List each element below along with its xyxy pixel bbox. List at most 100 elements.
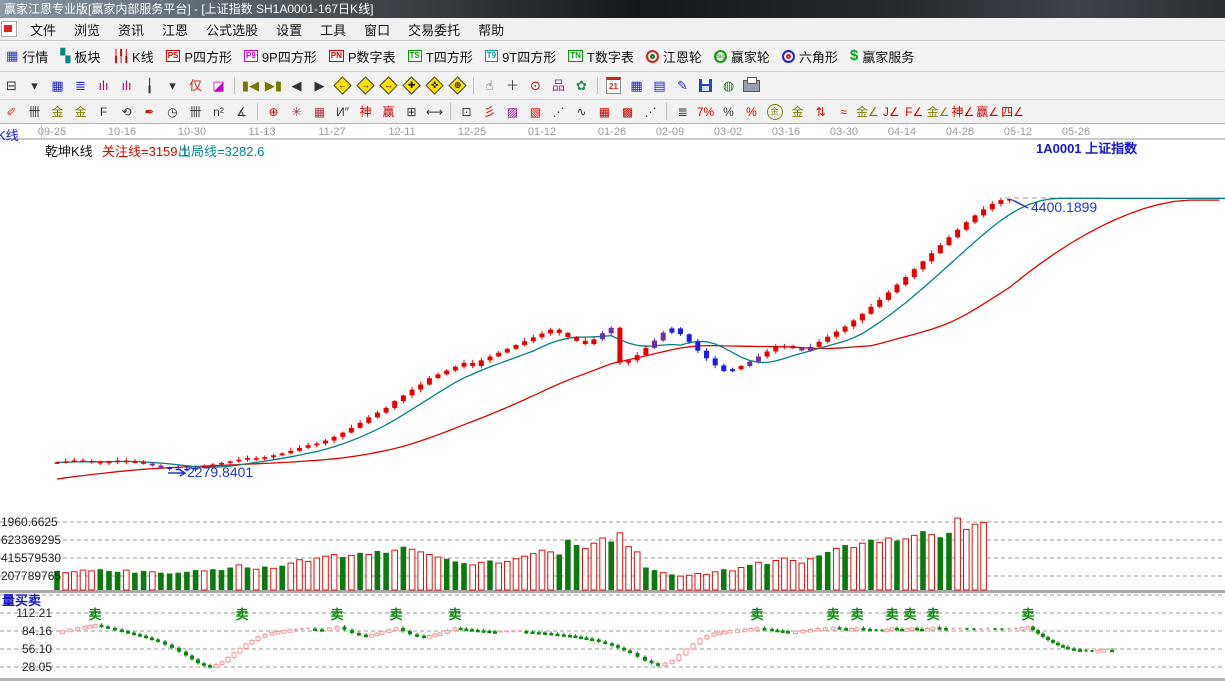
zigzag-icon[interactable]: ∿ xyxy=(571,103,592,120)
toolbar-button-winner-service[interactable]: $赢家服务 xyxy=(846,46,918,67)
toolbar-button-hexagon[interactable]: 六角形 xyxy=(778,46,842,67)
menu-item-0[interactable]: 文件 xyxy=(21,23,65,38)
trend-rays-icon[interactable]: ⋰ xyxy=(548,103,569,120)
si-slash-icon[interactable]: 四∠ xyxy=(1001,103,1024,120)
note-edit-icon[interactable]: ✎ xyxy=(672,76,693,96)
gold2-slash-icon[interactable]: 金∠ xyxy=(927,103,950,120)
gold-circle-icon[interactable]: 金 xyxy=(764,103,785,120)
dropdown-arrow-icon[interactable]: ▾ xyxy=(24,76,45,96)
ying-slash-icon[interactable]: 赢∠ xyxy=(976,103,999,120)
toolbar-button-sector-blocks[interactable]: ▚板块 xyxy=(56,46,104,67)
menu-item-3[interactable]: 江恩 xyxy=(153,23,197,38)
layout-select-icon[interactable]: ⊟ xyxy=(1,76,22,96)
percent-icon[interactable]: % xyxy=(718,103,739,120)
hand-pan-icon[interactable]: ☝ xyxy=(479,76,500,96)
shen-tool-icon[interactable]: 神 xyxy=(355,103,376,120)
f-slash-icon[interactable]: F∠ xyxy=(904,103,925,120)
toolbar-button-gann-wheel[interactable]: 江恩轮 xyxy=(642,46,706,67)
red-grid-icon[interactable]: ▦ xyxy=(594,103,615,120)
spiral-icon[interactable]: ⟲ xyxy=(116,103,137,120)
price-mark-icon[interactable]: ⇅ xyxy=(810,103,831,120)
last-page-icon[interactable]: ▶▮ xyxy=(263,76,284,96)
next-page-icon[interactable]: ▶ xyxy=(309,76,330,96)
quote-list-icon[interactable]: ≣ xyxy=(70,76,91,96)
compress-view-icon[interactable]: ✚ xyxy=(401,76,422,96)
gold-level-icon[interactable]: 金 xyxy=(787,103,808,120)
print-icon[interactable] xyxy=(741,76,762,96)
target-icon[interactable]: ⊕ xyxy=(263,103,284,120)
menu-item-7[interactable]: 窗口 xyxy=(355,23,399,38)
fan-rays-icon[interactable]: 彡 xyxy=(479,103,500,120)
menu-item-6[interactable]: 工具 xyxy=(311,23,355,38)
candle-select-icon[interactable]: ╽ xyxy=(139,76,160,96)
toolbar-button-t9-square[interactable]: T99T四方形 xyxy=(481,46,561,67)
gold-grid2-icon[interactable]: 金 xyxy=(70,103,91,120)
indicator-list-icon[interactable]: ≣ xyxy=(672,103,693,120)
f-grid-icon[interactable]: F xyxy=(93,103,114,120)
menu-item-1[interactable]: 浏览 xyxy=(65,23,109,38)
toolbar-button-ps-square[interactable]: PSP四方形 xyxy=(162,46,236,67)
gold-slash-icon[interactable]: 金∠ xyxy=(856,103,879,120)
menu-item-8[interactable]: 交易委托 xyxy=(399,23,469,38)
save-icon[interactable] xyxy=(695,76,716,96)
toolbar-button-winner-wheel[interactable]: Big赢家轮 xyxy=(710,46,774,67)
toolbar-button-kline[interactable]: ╽╿╽K线 xyxy=(108,46,157,67)
n-squared-icon[interactable]: n² xyxy=(208,103,229,120)
expand-horizontal-icon[interactable]: ↔ xyxy=(378,76,399,96)
grid-123-icon[interactable]: ⊞ xyxy=(401,103,422,120)
angle-icon[interactable]: ∡ xyxy=(231,103,252,120)
toolbar-button-p9-square[interactable]: P99P四方形 xyxy=(240,46,321,67)
prev-page-icon[interactable]: ◀ xyxy=(286,76,307,96)
pattern-window-icon[interactable]: ▦ xyxy=(47,76,68,96)
menu-item-2[interactable]: 资讯 xyxy=(109,23,153,38)
menu-item-9[interactable]: 帮助 xyxy=(469,23,513,38)
box-grid-icon[interactable]: ▦ xyxy=(309,103,330,120)
wave-overlay-icon[interactable]: ≈ xyxy=(833,103,854,120)
gold-grid-icon[interactable]: 金 xyxy=(47,103,68,120)
shen-slash-icon[interactable]: 神∠ xyxy=(952,103,975,120)
draw-pointer-icon[interactable]: ✐ xyxy=(1,103,22,120)
ruler-icon[interactable]: 卌 xyxy=(185,103,206,120)
dropdown-arrow-icon[interactable]: ▾ xyxy=(162,76,183,96)
first-page-icon[interactable]: ▮◀ xyxy=(240,76,261,96)
report-icon[interactable]: ▤ xyxy=(649,76,670,96)
calendar-icon[interactable]: 21 xyxy=(603,76,624,96)
star-grid-icon[interactable]: ✳ xyxy=(286,103,307,120)
volume-profile-icon[interactable]: ◪ xyxy=(208,76,229,96)
bars-3-icon[interactable]: ılı xyxy=(93,76,114,96)
toolbar-button-ts-square[interactable]: TST四方形 xyxy=(404,46,477,67)
zoom-tool-icon[interactable]: ⊙ xyxy=(525,76,546,96)
expand-all-icon[interactable]: ✜ xyxy=(424,76,445,96)
gann-ruler-icon[interactable]: 卌 xyxy=(24,103,45,120)
gann-kline-icon[interactable]: 仅 xyxy=(185,76,206,96)
calculator-icon[interactable]: ▦ xyxy=(626,76,647,96)
fan-box-icon[interactable]: ▨ xyxy=(502,103,523,120)
horizontal-span-icon[interactable]: ⟷ xyxy=(424,103,445,120)
rect-tool-icon[interactable]: ⊡ xyxy=(456,103,477,120)
shift-right-icon[interactable]: → xyxy=(355,76,376,96)
menu-item-4[interactable]: 公式选股 xyxy=(197,23,267,38)
smart-pick-icon[interactable]: ✿ xyxy=(571,76,592,96)
toolbar-button-pn-table[interactable]: PNP数字表 xyxy=(325,46,400,67)
sector-tree-icon[interactable]: 品 xyxy=(548,76,569,96)
ying-tool-icon[interactable]: 赢 xyxy=(378,103,399,120)
menu-item-5[interactable]: 设置 xyxy=(267,23,311,38)
shift-left-icon[interactable]: ← xyxy=(332,76,353,96)
toolbar-button-tn-table[interactable]: TNT数字表 xyxy=(564,46,638,67)
j-slash-icon[interactable]: J∠ xyxy=(881,103,902,120)
toolbar-button-quote-table[interactable]: ▦行情 xyxy=(2,46,52,67)
reset-view-icon[interactable]: ⊕ xyxy=(447,76,468,96)
red-pen-icon[interactable]: ✒ xyxy=(139,103,160,120)
window-titlebar[interactable]: 赢家江恩专业版[赢家内部服务平台] - [上证指数 SH1A0001-167日K… xyxy=(0,0,1225,18)
bars-9-icon[interactable]: ılı xyxy=(116,76,137,96)
wave-n-icon[interactable]: И″ xyxy=(332,103,353,120)
fan-box2-icon[interactable]: ▧ xyxy=(525,103,546,120)
percent-line-icon[interactable]: 7% xyxy=(695,103,716,120)
crosshair-icon[interactable]: ＋ xyxy=(502,76,523,96)
parallel-lines-icon[interactable]: ⋰ xyxy=(640,103,661,120)
cycle-circle-icon[interactable]: ◷ xyxy=(162,103,183,120)
percent-red-icon[interactable]: % xyxy=(741,103,762,120)
web-link-icon[interactable]: ◍ xyxy=(718,76,739,96)
red-grid2-icon[interactable]: ▩ xyxy=(617,103,638,120)
volume-bar xyxy=(418,552,424,590)
